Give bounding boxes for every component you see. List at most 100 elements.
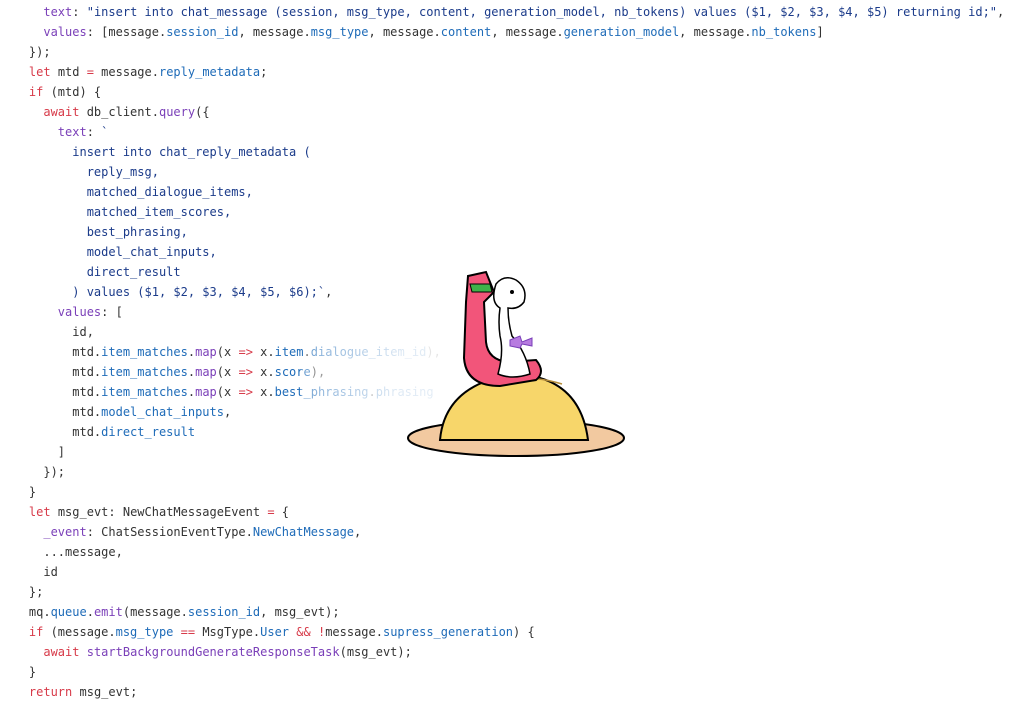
code-token: id, bbox=[0, 325, 94, 339]
code-token: , message. bbox=[238, 25, 311, 39]
code-line[interactable]: await startBackgroundGenerateResponseTas… bbox=[0, 642, 1030, 662]
code-token: map bbox=[195, 365, 217, 379]
code-token: , message. bbox=[679, 25, 752, 39]
code-token: mtd. bbox=[0, 385, 102, 399]
code-token: msg_type bbox=[115, 625, 174, 639]
code-token: : bbox=[72, 5, 87, 19]
code-line[interactable]: mq.queue.emit(message.session_id, msg_ev… bbox=[0, 602, 1030, 622]
code-token: if bbox=[28, 85, 44, 99]
figure-band bbox=[469, 283, 493, 293]
mascot-icon bbox=[407, 270, 625, 457]
code-token: mq. bbox=[0, 605, 51, 619]
code-token: ({ bbox=[195, 105, 210, 119]
code-token: }); bbox=[0, 465, 66, 479]
code-token: => bbox=[238, 385, 253, 399]
code-token: , message. bbox=[368, 25, 441, 39]
code-token: , msg_evt); bbox=[260, 605, 340, 619]
code-token: : [ bbox=[101, 305, 123, 319]
code-token: , bbox=[223, 405, 232, 419]
code-token: ] bbox=[816, 25, 824, 39]
code-token: User bbox=[260, 625, 290, 639]
code-token: ...message, bbox=[0, 545, 123, 559]
code-token: values bbox=[57, 305, 102, 319]
code-token: mtd. bbox=[0, 425, 102, 439]
code-token: generation_model bbox=[563, 25, 680, 39]
code-token: ] bbox=[0, 445, 66, 459]
code-line[interactable]: text: ` bbox=[0, 122, 1030, 142]
code-line[interactable]: }); bbox=[0, 42, 1030, 62]
code-token: (msg_evt); bbox=[339, 645, 412, 659]
code-line[interactable]: values: [message.session_id, message.msg… bbox=[0, 22, 1030, 42]
code-token: msg_type bbox=[310, 25, 369, 39]
code-token: await bbox=[43, 645, 80, 659]
code-token: await bbox=[43, 105, 80, 119]
code-line[interactable]: id bbox=[0, 562, 1030, 582]
code-token: (mtd) { bbox=[43, 85, 102, 99]
code-token: let bbox=[28, 505, 51, 519]
code-token: . bbox=[86, 605, 94, 619]
code-token: == bbox=[180, 625, 196, 639]
code-token: msg_evt: NewChatMessageEvent bbox=[50, 505, 268, 519]
code-token: }; bbox=[0, 585, 44, 599]
code-token: x. bbox=[252, 365, 275, 379]
code-token: mtd. bbox=[0, 365, 102, 379]
code-token: emit bbox=[93, 605, 123, 619]
code-line[interactable]: await db_client.query({ bbox=[0, 102, 1030, 122]
code-token: : ChatSessionEventType. bbox=[86, 525, 253, 539]
code-line[interactable]: insert into chat_reply_metadata ( bbox=[0, 142, 1030, 162]
code-token: startBackgroundGenerateResponseTask bbox=[86, 645, 340, 659]
code-token: insert into chat_reply_metadata ( bbox=[72, 145, 311, 159]
code-token: NewChatMessage bbox=[252, 525, 355, 539]
code-line[interactable]: text: "insert into chat_message (session… bbox=[0, 2, 1030, 22]
code-token: supress_generation bbox=[382, 625, 514, 639]
code-line[interactable]: return msg_evt; bbox=[0, 682, 1030, 702]
code-token: _event bbox=[43, 525, 87, 539]
code-line[interactable]: if (mtd) { bbox=[0, 82, 1030, 102]
code-token: (message. bbox=[122, 605, 188, 619]
ghost-eye bbox=[510, 290, 514, 294]
code-line[interactable]: reply_msg, bbox=[0, 162, 1030, 182]
code-token: . bbox=[187, 345, 196, 359]
code-token: : bbox=[86, 125, 102, 139]
code-token: (x bbox=[216, 345, 239, 359]
code-token: reply_msg, bbox=[86, 165, 159, 179]
code-line[interactable]: let mtd = message.reply_metadata; bbox=[0, 62, 1030, 82]
code-token: message. bbox=[325, 625, 383, 639]
code-token: x. bbox=[252, 385, 275, 399]
code-token: session_id bbox=[187, 605, 261, 619]
code-token: map bbox=[195, 385, 217, 399]
code-token: MsgType. bbox=[195, 625, 261, 639]
code-token: (message. bbox=[43, 625, 116, 639]
code-line[interactable]: matched_dialogue_items, bbox=[0, 182, 1030, 202]
code-token: mtd. bbox=[0, 345, 102, 359]
code-token: if bbox=[28, 625, 44, 639]
code-token: best_phrasing, bbox=[86, 225, 188, 239]
code-token: text bbox=[43, 5, 73, 19]
code-token: . bbox=[187, 365, 196, 379]
code-line[interactable]: ...message, bbox=[0, 542, 1030, 562]
code-token: ` bbox=[101, 125, 109, 139]
code-line[interactable]: matched_item_scores, bbox=[0, 202, 1030, 222]
code-token: x. bbox=[252, 345, 275, 359]
code-token: item_matches bbox=[101, 385, 188, 399]
code-token: }); bbox=[0, 45, 51, 59]
code-token: ) { bbox=[513, 625, 535, 639]
code-token: && bbox=[296, 625, 311, 639]
code-line[interactable]: }; bbox=[0, 582, 1030, 602]
code-line[interactable]: if (message.msg_type == MsgType.User && … bbox=[0, 622, 1030, 642]
code-line[interactable]: } bbox=[0, 662, 1030, 682]
code-token: item_matches bbox=[101, 365, 188, 379]
code-token: , message. bbox=[491, 25, 564, 39]
